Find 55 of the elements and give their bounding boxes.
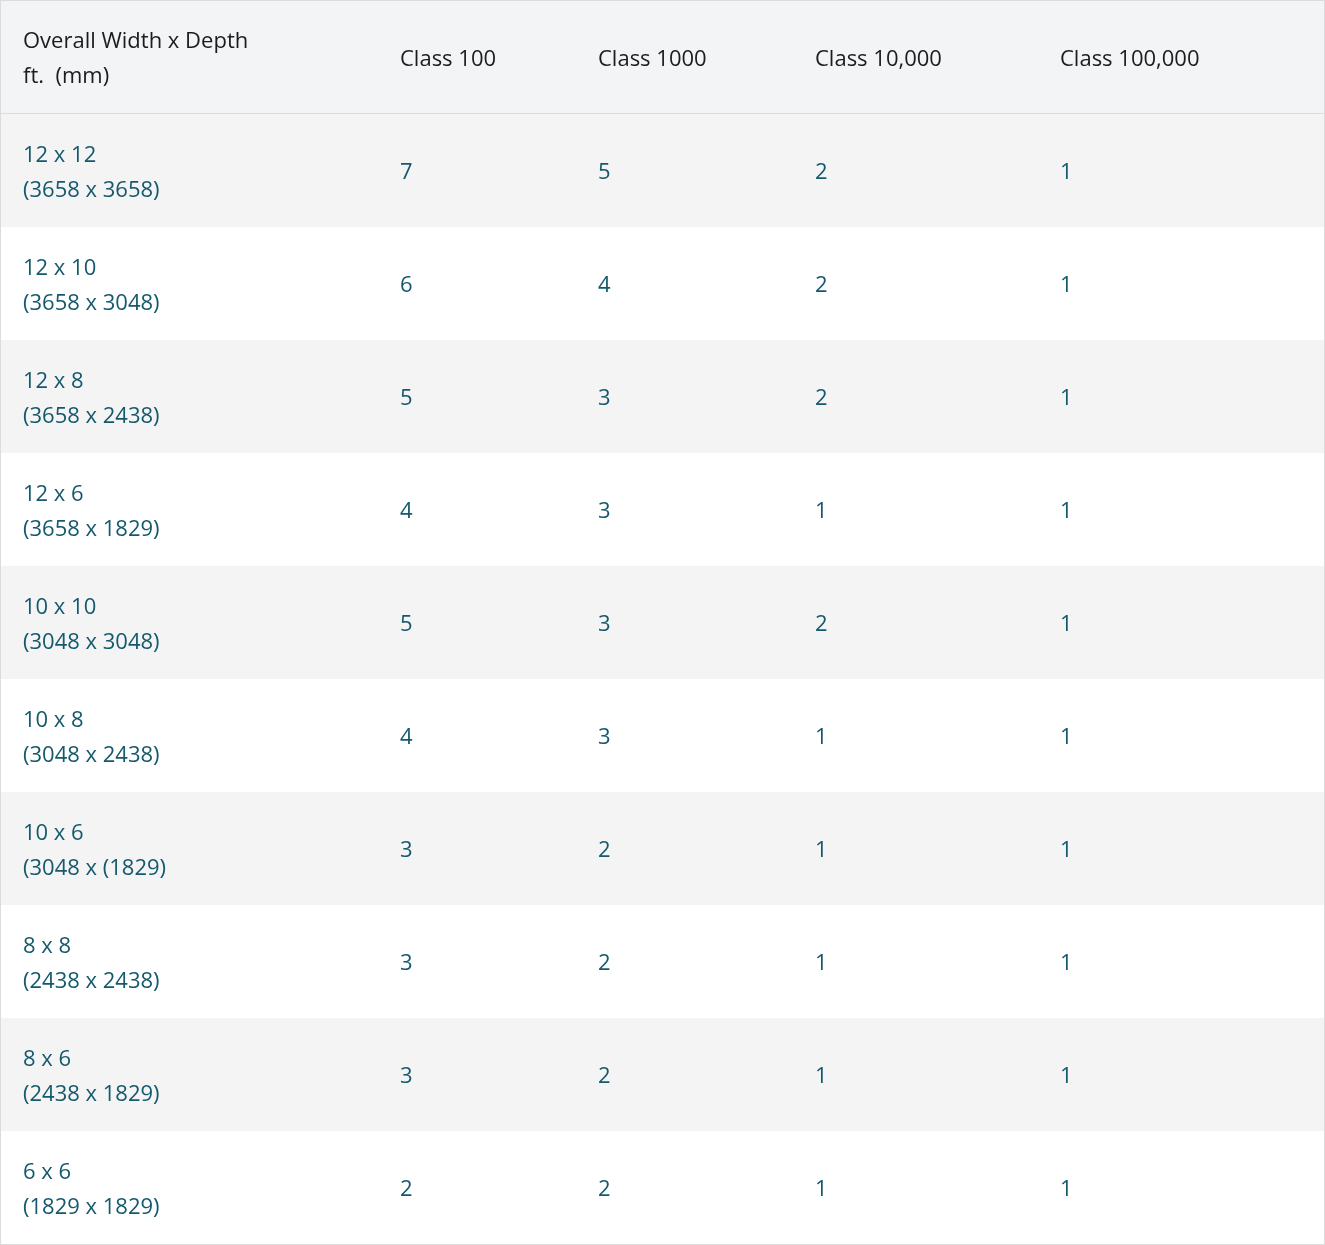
table-cell: 1: [1060, 720, 1073, 750]
column-header: Class 100,000: [1060, 41, 1200, 72]
table-cell: 2: [400, 1172, 413, 1202]
table-cell: 5: [598, 155, 611, 185]
table-cell: 8 x 8 (2438 x 2438): [23, 928, 160, 994]
table-cell: 2: [815, 607, 828, 637]
table-cell: 12 x 10 (3658 x 3048): [23, 250, 160, 316]
table-cell: 4: [598, 268, 611, 298]
table-cell: 3: [598, 381, 611, 411]
table-cell: 5: [400, 381, 413, 411]
table-cell: 1: [815, 494, 828, 524]
table-cell: 1: [1060, 494, 1073, 524]
table-cell: 1: [815, 1059, 828, 1089]
table-cell: 1: [1060, 381, 1073, 411]
table-cell: 1: [815, 946, 828, 976]
table-cell: 3: [400, 946, 413, 976]
table-cell: 2: [598, 946, 611, 976]
table-cell: 3: [598, 720, 611, 750]
table-cell: 12 x 8 (3658 x 2438): [23, 363, 160, 429]
table-cell: 6 x 6 (1829 x 1829): [23, 1154, 160, 1220]
table-cell: 7: [400, 155, 413, 185]
table-cell: 3: [598, 494, 611, 524]
table-cell: 2: [598, 1172, 611, 1202]
table-cell: 1: [1060, 155, 1073, 185]
table-cell: 1: [1060, 833, 1073, 863]
column-header: Class 10,000: [815, 41, 942, 72]
table-cell: 12 x 12 (3658 x 3658): [23, 137, 160, 203]
table-cell: 5: [400, 607, 413, 637]
column-header: Class 100: [400, 41, 497, 72]
table-cell: 2: [598, 1059, 611, 1089]
table-cell: 3: [400, 833, 413, 863]
table-cell: 1: [815, 1172, 828, 1202]
table-cell: 1: [1060, 607, 1073, 637]
table-cell: 8 x 6 (2438 x 1829): [23, 1041, 160, 1107]
table-cell: 6: [400, 268, 413, 298]
table-cell: 1: [1060, 268, 1073, 298]
table-cell: 2: [598, 833, 611, 863]
table-cell: 1: [815, 833, 828, 863]
table-cell: 4: [400, 494, 413, 524]
table-cell: 12 x 6 (3658 x 1829): [23, 476, 160, 542]
table-cell: 1: [1060, 946, 1073, 976]
table-cell: 10 x 6 (3048 x (1829): [23, 815, 167, 881]
table-cell: 1: [1060, 1172, 1073, 1202]
table-cell: 1: [815, 720, 828, 750]
table-cell: 10 x 8 (3048 x 2438): [23, 702, 160, 768]
column-header: Overall Width x Depth ft. (mm): [23, 24, 249, 89]
table-cell: 2: [815, 268, 828, 298]
column-header: Class 1000: [598, 41, 707, 72]
table-cell: 1: [1060, 1059, 1073, 1089]
table-cell: 3: [598, 607, 611, 637]
table-cell: 2: [815, 155, 828, 185]
table-cell: 4: [400, 720, 413, 750]
table-cell: 2: [815, 381, 828, 411]
table-cell: 3: [400, 1059, 413, 1089]
table-cell: 10 x 10 (3048 x 3048): [23, 589, 160, 655]
